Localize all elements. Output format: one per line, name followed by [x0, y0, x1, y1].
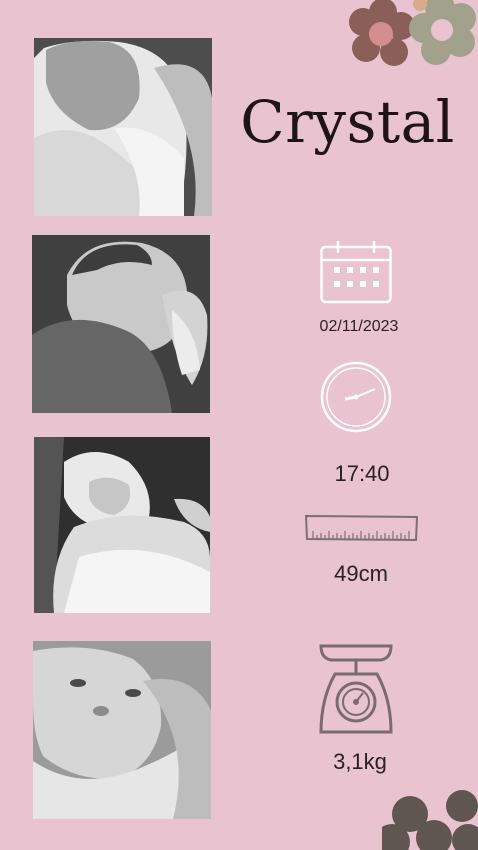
- calendar-icon: [320, 240, 392, 304]
- scale-icon: [315, 644, 397, 736]
- decorative-flowers-bottom: [374, 788, 478, 850]
- baby-photo-4: [33, 641, 211, 819]
- birth-time: 17:40: [334, 461, 390, 486]
- ruler-icon: [304, 514, 419, 542]
- baby-photo-2: [32, 235, 210, 413]
- birth-weight: 3,1kg: [333, 749, 387, 774]
- baby-photo-3: [34, 437, 210, 613]
- baby-announcement-page: Crystal 02/11/2023 17:40 49cm 3,1kg: [0, 0, 478, 850]
- decorative-flowers-top: [318, 0, 478, 90]
- birth-date: 02/11/2023: [319, 318, 399, 335]
- baby-name: Crystal: [240, 88, 455, 156]
- birth-length: 49cm: [334, 561, 388, 586]
- baby-photo-1: [34, 38, 212, 216]
- clock-icon: [320, 361, 392, 433]
